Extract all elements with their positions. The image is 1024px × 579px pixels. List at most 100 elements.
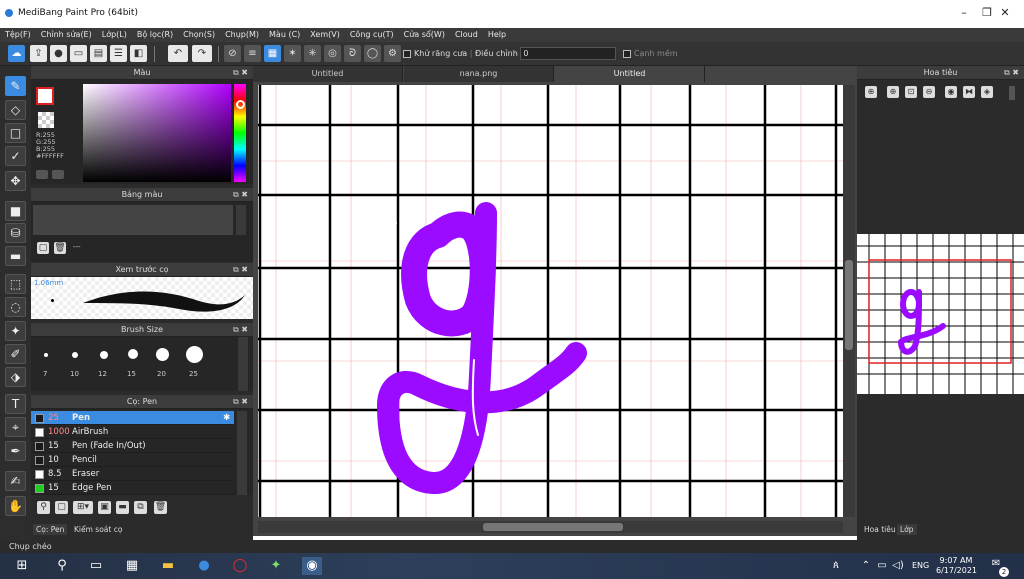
hue-slider[interactable]	[234, 84, 246, 182]
panel-close-icon[interactable]: ⧉ ✖	[233, 188, 248, 202]
shape-tool-icon[interactable]: ■	[5, 201, 26, 221]
cross-snap-icon[interactable]: ✳	[304, 45, 321, 62]
clock[interactable]: 9:07 AM 6/17/2021	[936, 556, 977, 576]
brush-row-airbrush[interactable]: 1000 AirBrush	[31, 425, 234, 439]
delete-palette-icon[interactable]: 🗑	[54, 242, 66, 254]
curve-snap-icon[interactable]: ᘐ	[344, 45, 361, 62]
brush-tool-icon[interactable]: ✎	[5, 76, 26, 96]
swap-color-icon[interactable]	[52, 170, 64, 179]
antialias-checkbox[interactable]	[403, 49, 411, 58]
export-icon[interactable]: ▤	[90, 45, 107, 62]
grid-snap-icon[interactable]: ▦	[264, 45, 281, 62]
language-indicator[interactable]: ENG	[912, 561, 929, 570]
people-icon[interactable]: ጰ	[826, 557, 846, 575]
select-pen-icon[interactable]: ✐	[5, 344, 26, 364]
doc-tab-untitled-2[interactable]: Untitled	[555, 66, 705, 82]
add-brush-icon[interactable]: ⊞▾	[73, 501, 93, 514]
gradient-tool-icon[interactable]: ▬	[5, 246, 26, 266]
pen-tool-icon[interactable]: ✍	[5, 471, 26, 491]
bucket-tool-icon[interactable]: ⛁	[5, 223, 26, 243]
tab-brush-control[interactable]: Kiểm soát cọ	[71, 524, 125, 535]
transparent-color-swatch[interactable]	[38, 112, 54, 128]
zoom-plus-icon[interactable]: ⊕	[887, 86, 899, 98]
cloud-icon[interactable]: ☁	[8, 45, 25, 62]
panel-close-icon[interactable]: ⧉ ✖	[233, 323, 248, 337]
brush-size-scrollbar[interactable]	[238, 337, 248, 391]
zoom-in-icon[interactable]: ⊕	[865, 86, 877, 98]
tab-navigator[interactable]: Hoa tiêu	[861, 524, 899, 535]
hscroll-thumb[interactable]	[483, 523, 623, 531]
windows-start-icon[interactable]: ⊞	[12, 557, 32, 575]
size-dot-7[interactable]	[44, 353, 48, 357]
menu-view[interactable]: Xem(V)	[305, 28, 345, 42]
file-explorer-icon[interactable]: ▬	[158, 557, 178, 575]
size-dot-12[interactable]	[100, 351, 108, 359]
delete-brush-icon[interactable]: 🗑	[154, 501, 167, 514]
palette-scrollbar[interactable]	[236, 205, 246, 235]
brush-settings-icon[interactable]: ✱	[223, 411, 230, 425]
volume-icon[interactable]: ◁)	[888, 557, 908, 575]
canvas[interactable]	[258, 85, 843, 517]
edge-checkbox[interactable]	[622, 49, 631, 58]
primary-color-swatch[interactable]	[36, 87, 54, 105]
lasso-tool-icon[interactable]: ◌	[5, 297, 26, 317]
doc-tab-untitled-1[interactable]: Untitled	[253, 66, 403, 82]
menu-cloud[interactable]: Cloud	[450, 28, 483, 42]
size-dot-15[interactable]	[128, 349, 138, 359]
snap-off-icon[interactable]: ⊘	[224, 45, 241, 62]
tab-brush[interactable]: Cọ: Pen	[33, 524, 68, 535]
eraser-tool-icon[interactable]: ◇	[5, 100, 26, 120]
brush-image-icon[interactable]: ▣	[98, 501, 111, 514]
magic-wand-icon[interactable]: ✦	[5, 321, 26, 341]
navigator-viewport[interactable]	[868, 259, 1012, 364]
rotate-icon[interactable]: ◉	[945, 86, 957, 98]
panel-close-icon[interactable]: ⧉ ✖	[233, 395, 248, 409]
canvas-vscroll[interactable]	[843, 85, 855, 517]
panel-close-icon[interactable]: ⧉ ✖	[1004, 66, 1019, 80]
tab-layer[interactable]: Lớp	[897, 524, 917, 535]
menu-color[interactable]: Màu (C)	[264, 28, 305, 42]
new-palette-icon[interactable]: ▢	[37, 242, 49, 254]
panel-close-icon[interactable]: ⧉ ✖	[233, 66, 248, 80]
menu-layer[interactable]: Lớp(L)	[97, 28, 132, 42]
zalo-icon[interactable]: ●	[194, 557, 214, 575]
task-view-icon[interactable]: ▭	[86, 557, 106, 575]
brush-folder-icon[interactable]: ▬	[116, 501, 129, 514]
canvas-hscroll[interactable]	[258, 521, 843, 533]
brush-row-eraser[interactable]: 8.5 Eraser	[31, 467, 234, 481]
eyedropper-tool-icon[interactable]: ✒	[5, 441, 26, 461]
panel-close-icon[interactable]: ⧉ ✖	[233, 263, 248, 277]
share-icon[interactable]: ⇪	[30, 45, 47, 62]
circle-snap-icon[interactable]: ◯	[364, 45, 381, 62]
search-icon[interactable]: ⚲	[52, 557, 72, 575]
flip-icon[interactable]: ⧓	[963, 86, 975, 98]
select-eraser-icon[interactable]: ⬗	[5, 367, 26, 387]
save-icon[interactable]: ▭	[70, 45, 87, 62]
hand-tool-icon[interactable]: ✋	[5, 496, 26, 516]
comment-icon[interactable]: ●	[50, 45, 67, 62]
brush-row-pencil[interactable]: 10 Pencil	[31, 453, 234, 467]
select-tool-icon[interactable]: ⬚	[5, 274, 26, 294]
app-icon[interactable]: ✦	[266, 557, 286, 575]
undo-icon[interactable]: ↶	[168, 45, 188, 62]
reset-view-icon[interactable]: ◈	[981, 86, 993, 98]
doc-tab-nana[interactable]: nana.png	[404, 66, 554, 82]
brush-row-pen[interactable]: 25 Pen ✱	[31, 411, 234, 425]
concentric-snap-icon[interactable]: ◎	[324, 45, 341, 62]
app-grid-icon[interactable]: ▦	[122, 557, 142, 575]
text-tool-icon[interactable]: T	[5, 394, 26, 414]
brush-list-scrollbar[interactable]	[237, 411, 247, 495]
transform-tool-icon[interactable]: ✓	[5, 146, 26, 166]
menu-help[interactable]: Help	[483, 28, 511, 42]
medibang-taskbar-icon[interactable]: ◉	[302, 557, 322, 575]
menu-window[interactable]: Cửa sổ(W)	[399, 28, 450, 42]
hue-handle[interactable]	[236, 100, 245, 109]
snap-settings-icon[interactable]: ⚙	[384, 45, 401, 62]
fit-icon[interactable]: ⊡	[905, 86, 917, 98]
brush-cloud-icon[interactable]: ⚲	[37, 501, 50, 514]
navigator-scrollbar[interactable]	[1009, 86, 1015, 100]
opera-icon[interactable]: ◯	[230, 557, 250, 575]
dot-tool-icon[interactable]: □	[5, 123, 26, 143]
close-button[interactable]: ✕	[985, 6, 1024, 24]
vscroll-thumb[interactable]	[845, 260, 853, 350]
